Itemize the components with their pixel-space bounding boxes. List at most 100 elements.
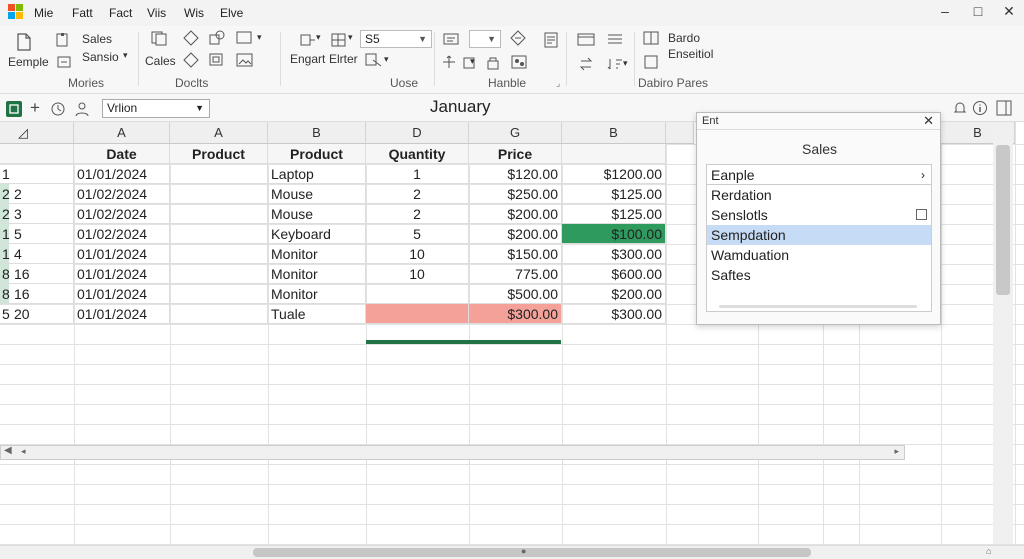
table-cell[interactable]: 10	[366, 264, 469, 284]
image-icon[interactable]	[236, 52, 254, 68]
table-cell[interactable]	[170, 184, 268, 204]
chevron-down-icon[interactable]: ▾	[257, 32, 262, 43]
menu-item-6[interactable]: Elve	[220, 6, 243, 20]
table-cell[interactable]: 01/01/2024	[74, 264, 170, 284]
table-cell[interactable]: $200.00	[562, 284, 666, 304]
scroll-right-icon[interactable]: ⌂	[986, 546, 991, 556]
book-icon[interactable]	[642, 30, 660, 46]
table-header-cell[interactable]: Product	[268, 144, 366, 164]
table-icon[interactable]	[236, 30, 254, 46]
table-cell[interactable]: Monitor	[268, 264, 366, 284]
table-header-cell[interactable]: Product	[170, 144, 268, 164]
ribbon-label-sansio[interactable]: Sansio	[82, 50, 119, 64]
horizontal-scrollbar[interactable]: ● ⌂	[0, 545, 1024, 559]
select-all-corner[interactable]: ◿	[0, 122, 74, 144]
ribbon-label-bardo[interactable]: Bardo	[668, 31, 700, 45]
copy-icon[interactable]	[150, 30, 168, 46]
list-item[interactable]: Wamduation	[707, 245, 931, 265]
ribbon-label-engart[interactable]: Engart	[290, 52, 325, 66]
chevron-down-icon[interactable]: ▾	[470, 56, 475, 67]
row-header[interactable]: 22	[0, 184, 74, 204]
column-header[interactable]	[666, 122, 694, 144]
table-cell[interactable]: $120.00	[469, 164, 562, 184]
user-icon[interactable]	[74, 101, 90, 117]
table-cell[interactable]: $1200.00	[562, 164, 666, 184]
table-cell[interactable]: 5	[366, 224, 469, 244]
column-header[interactable]: A	[74, 122, 170, 144]
horizontal-scrollbar-thumb[interactable]	[253, 548, 811, 557]
row-header[interactable]: 5 20	[0, 304, 74, 324]
table-cell[interactable]: 1	[366, 164, 469, 184]
name-box[interactable]: Vrlion ▼	[102, 99, 210, 118]
chevron-down-icon[interactable]: ▾	[623, 58, 628, 69]
table-header-cell[interactable]: Quantity	[366, 144, 469, 164]
minimize-button[interactable]: –	[930, 3, 960, 19]
table-cell[interactable]: Monitor	[268, 284, 366, 304]
panel-icon[interactable]	[996, 100, 1012, 116]
close-icon[interactable]: ✕	[923, 113, 934, 129]
list-item[interactable]: Senslotls	[707, 205, 931, 225]
tag-icon[interactable]	[509, 30, 527, 46]
shapes-icon[interactable]	[208, 30, 226, 46]
info-icon[interactable]	[972, 100, 988, 116]
vertical-scrollbar-thumb[interactable]	[996, 145, 1010, 295]
window-icon[interactable]	[577, 32, 595, 48]
table-cell[interactable]: 2	[366, 184, 469, 204]
table-cell[interactable]: $300.00	[562, 244, 666, 264]
menu-item-3[interactable]: Fact	[109, 6, 132, 20]
insert-icon[interactable]	[298, 32, 316, 48]
add-icon[interactable]: +	[30, 98, 40, 118]
format-icon[interactable]	[55, 54, 73, 70]
scroll-left-icon[interactable]: ◂	[21, 446, 26, 457]
font-size-combo[interactable]: S5 ▼	[360, 30, 432, 48]
table-cell[interactable]: $600.00	[562, 264, 666, 284]
column-header[interactable]: D	[366, 122, 469, 144]
ribbon-label-enseitiol[interactable]: Enseitiol	[668, 47, 713, 61]
ribbon-label-eemple[interactable]: Eemple	[8, 55, 49, 69]
row-header[interactable]: 23	[0, 204, 74, 224]
frame-icon[interactable]	[208, 52, 226, 68]
ribbon-label-cales[interactable]: Cales	[145, 54, 176, 68]
table-cell[interactable]: 2	[366, 204, 469, 224]
page-icon[interactable]	[642, 54, 660, 70]
scroll-right-icon[interactable]: ▸	[894, 446, 899, 457]
list-item[interactable]: Saftes	[707, 265, 931, 285]
row-header[interactable]: 14	[0, 244, 74, 264]
table-cell[interactable]	[366, 284, 469, 304]
table-cell[interactable]	[170, 164, 268, 184]
chevron-down-icon[interactable]: ▾	[123, 50, 128, 61]
table-cell[interactable]: Monitor	[268, 244, 366, 264]
scroll-left-icon[interactable]: ◀	[4, 445, 12, 456]
new-document-icon[interactable]	[14, 32, 34, 52]
lock-icon[interactable]	[484, 54, 502, 70]
column-header[interactable]: A	[170, 122, 268, 144]
table-horizontal-scrollbar[interactable]: ◀ ◂ ▸	[0, 445, 905, 460]
table-cell[interactable]: 775.00	[469, 264, 562, 284]
table-cell[interactable]: $250.00	[469, 184, 562, 204]
row-header[interactable]: 8 16	[0, 284, 74, 304]
diamond-icon[interactable]	[182, 30, 200, 46]
comment-icon[interactable]	[442, 32, 460, 48]
menu-item-2[interactable]: Fatt	[72, 6, 93, 20]
table-cell[interactable]: 01/01/2024	[74, 164, 170, 184]
table-cell[interactable]: $300.00	[469, 304, 562, 324]
history-icon[interactable]	[50, 101, 66, 117]
table-cell[interactable]: Tuale	[268, 304, 366, 324]
table-cell[interactable]: $200.00	[469, 224, 562, 244]
filter-icon[interactable]	[365, 52, 383, 68]
dialog-launcher-icon[interactable]: ⌟	[556, 78, 560, 89]
close-button[interactable]: ✕	[994, 3, 1024, 20]
refresh-icon[interactable]	[577, 56, 595, 72]
table-cell[interactable]	[170, 224, 268, 244]
row-header[interactable]	[0, 144, 74, 164]
row-header[interactable]: 15	[0, 224, 74, 244]
table-header-cell[interactable]: Date	[74, 144, 170, 164]
column-header[interactable]: B	[268, 122, 366, 144]
table-header-cell[interactable]: Price	[469, 144, 562, 164]
bell-icon[interactable]	[952, 100, 968, 116]
list-scrollbar[interactable]	[719, 305, 917, 308]
table-cell[interactable]: $125.00	[562, 184, 666, 204]
menu-item-1[interactable]: Mie	[34, 6, 53, 20]
table-cell[interactable]: 01/01/2024	[74, 284, 170, 304]
menu-item-5[interactable]: Wis	[184, 6, 204, 20]
